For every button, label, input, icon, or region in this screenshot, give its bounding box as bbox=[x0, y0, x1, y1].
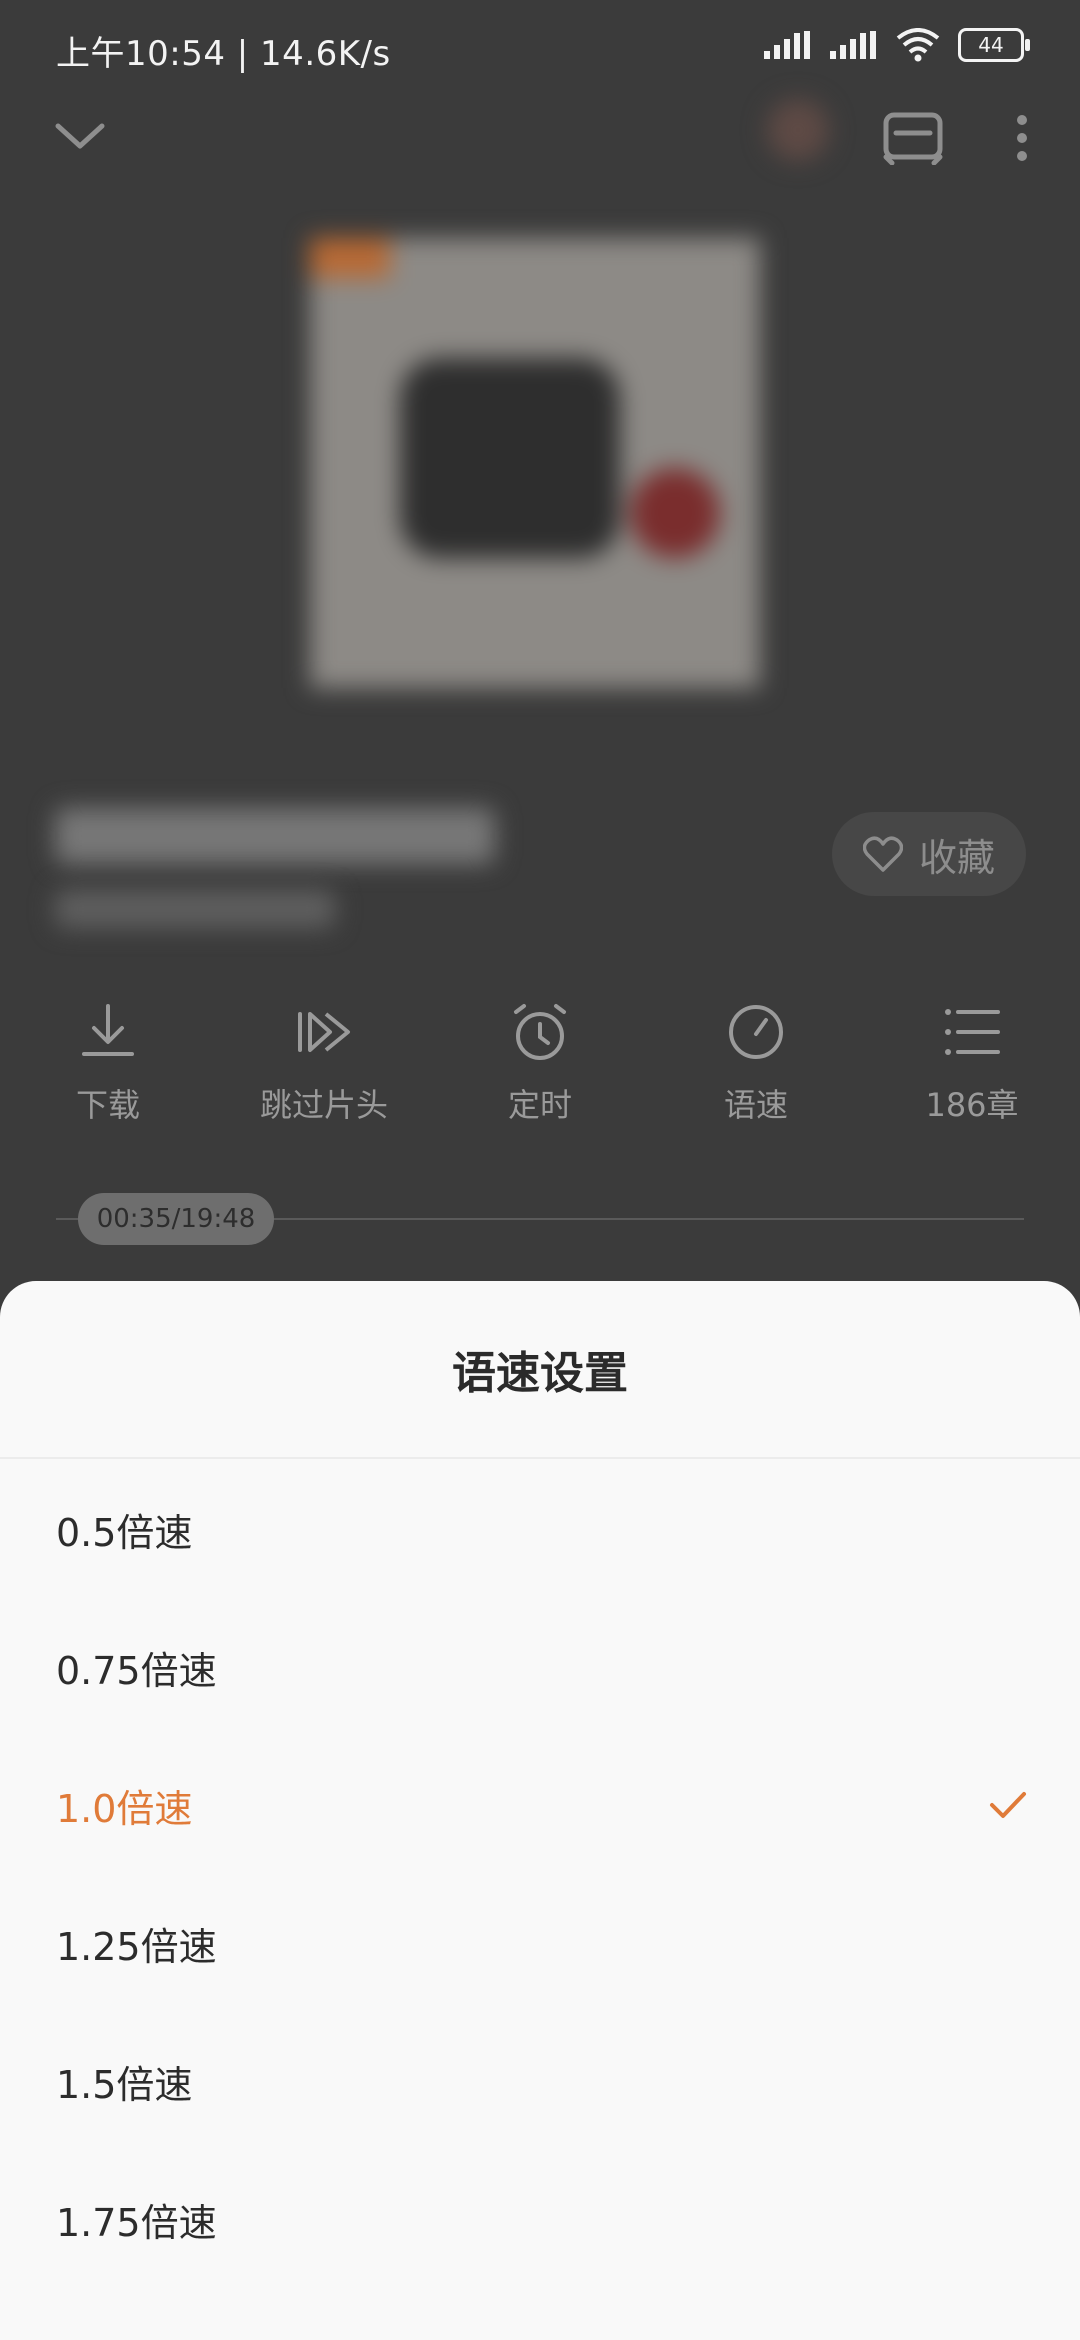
skip-intro-icon bbox=[298, 1012, 350, 1052]
sheet-divider bbox=[0, 1457, 1080, 1459]
download-button[interactable]: 下载 bbox=[0, 1000, 216, 1150]
status-icons: 44 bbox=[764, 28, 1030, 62]
progress-time: 00:35/19:48 bbox=[96, 1204, 256, 1234]
battery-level: 44 bbox=[978, 33, 1004, 57]
speed-option-label: 2.0倍速 bbox=[56, 2330, 192, 2340]
skip-intro-label: 跳过片头 bbox=[259, 1086, 388, 1124]
wifi-icon bbox=[896, 28, 940, 62]
favorite-button[interactable]: 收藏 bbox=[832, 812, 1026, 896]
book-title bbox=[55, 808, 495, 864]
download-icon bbox=[82, 1004, 134, 1056]
collapse-button[interactable] bbox=[50, 112, 110, 160]
speed-option-label: 1.5倍速 bbox=[56, 2062, 193, 2107]
more-vertical-icon bbox=[1017, 115, 1027, 161]
chapter-list-icon bbox=[945, 1009, 1000, 1055]
timer-icon bbox=[514, 1004, 566, 1060]
speed-option[interactable]: 1.25倍速 bbox=[0, 1874, 1080, 2012]
status-time: 上午10:54 | 14.6K/s bbox=[56, 34, 391, 74]
heart-icon bbox=[862, 836, 903, 872]
skip-intro-button[interactable]: 跳过片头 bbox=[216, 1000, 432, 1150]
cast-button[interactable] bbox=[878, 106, 948, 170]
speed-sheet: 语速设置 0.5倍速 0.75倍速 1.0倍速 1.25倍速 1.5倍速 1.7… bbox=[0, 1281, 1080, 2340]
speed-option-label: 1.25倍速 bbox=[56, 1924, 217, 1969]
signal-icon bbox=[764, 31, 810, 59]
speed-option[interactable]: 0.75倍速 bbox=[0, 1598, 1080, 1736]
book-subtitle bbox=[55, 890, 335, 928]
speed-option[interactable]: 1.5倍速 bbox=[0, 2012, 1080, 2150]
favorite-label: 收藏 bbox=[918, 835, 995, 880]
speed-button[interactable]: 语速 bbox=[648, 1000, 864, 1150]
avatar[interactable] bbox=[760, 92, 836, 168]
speed-option-label: 1.75倍速 bbox=[56, 2200, 217, 2245]
status-bar: 上午10:54 | 14.6K/s 44 bbox=[0, 0, 1080, 100]
timer-label: 定时 bbox=[507, 1086, 572, 1124]
speed-option-label: 1.0倍速 bbox=[56, 1786, 193, 1831]
speed-option-label: 0.75倍速 bbox=[56, 1648, 217, 1693]
chevron-down-icon bbox=[55, 123, 105, 149]
speed-option-label: 0.5倍速 bbox=[56, 1510, 193, 1555]
speed-icon bbox=[729, 1005, 783, 1059]
cast-icon bbox=[883, 112, 943, 165]
speed-label: 语速 bbox=[723, 1086, 788, 1124]
more-button[interactable] bbox=[1004, 108, 1040, 168]
sheet-title: 语速设置 bbox=[452, 1348, 628, 1399]
check-icon bbox=[990, 1792, 1026, 1818]
download-label: 下载 bbox=[75, 1086, 140, 1124]
chapters-label: 186章 bbox=[925, 1086, 1019, 1124]
progress-thumb[interactable]: 00:35/19:48 bbox=[78, 1193, 274, 1245]
speed-option[interactable]: 1.75倍速 bbox=[0, 2150, 1080, 2288]
album-cover bbox=[310, 238, 760, 688]
timer-button[interactable]: 定时 bbox=[432, 1000, 648, 1150]
signal-icon-2 bbox=[830, 31, 876, 59]
player-controls: 下载 跳过片头 定时 语速 186章 bbox=[0, 1000, 1080, 1150]
battery-icon: 44 bbox=[958, 28, 1030, 62]
speed-option[interactable]: 2.0倍速 bbox=[0, 2288, 1080, 2340]
chapters-button[interactable]: 186章 bbox=[864, 1000, 1080, 1150]
speed-option[interactable]: 0.5倍速 bbox=[0, 1460, 1080, 1598]
speed-option-selected[interactable]: 1.0倍速 bbox=[0, 1736, 1080, 1874]
